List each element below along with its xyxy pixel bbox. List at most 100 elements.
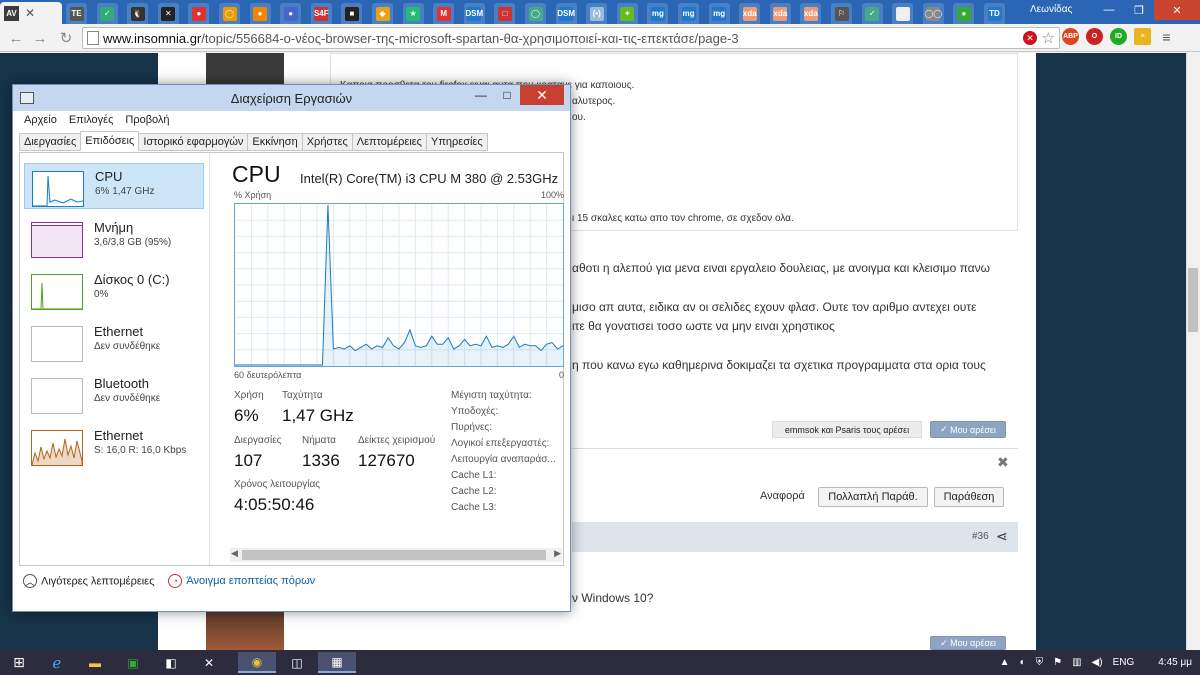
browser-tab[interactable]: M	[433, 3, 455, 24]
browser-tab[interactable]: xda	[800, 3, 822, 24]
tray-app-icon[interactable]: ◐	[1020, 657, 1026, 668]
task-manager-titlebar[interactable]: Διαχείριση Εργασιών — □ ✕	[13, 85, 570, 111]
report-link[interactable]: Αναφορά	[760, 490, 805, 502]
bookmark-star-icon[interactable]: ☆	[1042, 29, 1055, 47]
open-resource-monitor-link[interactable]: ◔ Άνοιγμα εποπτείας πόρων	[168, 574, 315, 588]
page-scrollbar[interactable]	[1186, 53, 1200, 650]
start-windows-icon[interactable]: ⊞	[0, 652, 38, 673]
tab-services[interactable]: Υπηρεσίες	[425, 133, 488, 151]
browser-tab[interactable]: ✓	[861, 3, 883, 24]
back-arrow-icon[interactable]: ←	[6, 28, 26, 48]
chrome-icon[interactable]: ◉	[238, 652, 276, 673]
scroll-right-icon[interactable]: ▶	[554, 548, 561, 559]
adblock-icon[interactable]: ABP	[1062, 28, 1079, 45]
opera-icon[interactable]: O	[1086, 28, 1103, 45]
volume-icon[interactable]: ◀)	[1092, 657, 1103, 668]
browser-tab[interactable]: TE	[66, 3, 87, 24]
browser-tab[interactable]: 🐧	[127, 3, 149, 24]
quote-button[interactable]: Παράθεση	[934, 487, 1004, 507]
browser-tab[interactable]: ✦	[616, 3, 638, 24]
scroll-left-icon[interactable]: ◀	[231, 548, 238, 559]
browser-tab[interactable]: ●	[280, 3, 302, 24]
stop-icon[interactable]: ✕	[1023, 31, 1037, 45]
browser-tab[interactable]: ★	[402, 3, 424, 24]
media-player-icon[interactable]: ◧	[152, 652, 190, 673]
close-window-icon[interactable]: ✕	[1154, 0, 1200, 20]
green-app-icon[interactable]: ▣	[114, 652, 152, 673]
browser-tab[interactable]: ◯	[219, 3, 240, 24]
browser-tab[interactable]: (•)	[586, 3, 608, 24]
browser-tab[interactable]: DSM	[555, 3, 577, 24]
maximize-icon[interactable]: ❐	[1124, 0, 1154, 20]
like-button[interactable]: ✓ Μου αρέσει	[930, 421, 1006, 438]
browser-tab[interactable]: S4F	[310, 3, 332, 24]
tab-app-history[interactable]: Ιστορικό εφαρμογών	[138, 133, 249, 151]
minimize-icon[interactable]: —	[1094, 0, 1124, 20]
browser-tab[interactable]: TD	[984, 3, 1005, 24]
browser-tab[interactable]: mg	[678, 3, 699, 24]
browser-tab[interactable]: □	[494, 3, 516, 24]
browser-tab[interactable]: ■	[341, 3, 363, 24]
tray-network-icon[interactable]: ▥	[1072, 657, 1081, 668]
browser-tab[interactable]: ⚐	[831, 3, 852, 24]
detail-horizontal-scrollbar[interactable]: ◀ ▶	[230, 548, 562, 562]
resource-cpu[interactable]: CPU 6% 1,47 GHz	[24, 163, 204, 209]
resource-ethernet-1[interactable]: Ethernet Δεν συνδέθηκε	[24, 319, 204, 365]
tm-minimize-icon[interactable]: —	[468, 85, 494, 105]
forward-arrow-icon[interactable]: →	[30, 28, 50, 48]
tab-users[interactable]: Χρήστες	[301, 133, 353, 151]
browser-tab[interactable]: xda	[769, 3, 791, 24]
browser-tab[interactable]: ●	[188, 3, 210, 24]
browser-tab[interactable]: □	[892, 3, 914, 24]
clock[interactable]: 4:45 μμ	[1158, 657, 1192, 668]
tab-startup[interactable]: Εκκίνηση	[247, 133, 303, 151]
tab-details[interactable]: Λεπτομέρειες	[351, 133, 427, 151]
browser-tab[interactable]: mg	[708, 3, 730, 24]
file-explorer-icon[interactable]: ▬	[76, 652, 114, 673]
task-manager-taskbar-icon[interactable]: ▦	[318, 652, 356, 673]
browser-tab[interactable]: ●	[249, 3, 271, 24]
x-app-icon[interactable]: ✕	[190, 652, 228, 673]
menu-icon[interactable]: ≡	[1158, 28, 1175, 45]
language-indicator[interactable]: ENG	[1113, 657, 1135, 668]
tray-expand-icon[interactable]: ▲	[1000, 657, 1010, 668]
like-button-2[interactable]: ✓ Μου αρέσει	[930, 636, 1006, 650]
fewer-details-button[interactable]: ︿ Λιγότερες λεπτομέρειες	[23, 574, 154, 588]
active-tab[interactable]: AV ✕	[0, 2, 62, 24]
browser-tab[interactable]: mg	[647, 3, 669, 24]
tab-performance[interactable]: Επιδόσεις	[80, 131, 140, 151]
close-post-icon[interactable]: ✖	[997, 454, 1009, 471]
menu-file[interactable]: Αρχείο	[24, 114, 57, 126]
window-app-icon[interactable]: ◫	[278, 652, 316, 673]
resource-ethernet-2[interactable]: Ethernet S: 16,0 R: 16,0 Kbps	[24, 423, 204, 469]
page-scroll-thumb[interactable]	[1188, 268, 1198, 332]
resource-memory[interactable]: Μνήμη 3,6/3,8 GB (95%)	[24, 215, 204, 261]
resource-bluetooth[interactable]: Bluetooth Δεν συνδέθηκε	[24, 371, 204, 417]
notes-icon[interactable]: ≡	[1134, 28, 1151, 45]
tm-close-icon[interactable]: ✕	[520, 85, 564, 105]
close-tab-icon[interactable]: ✕	[25, 6, 35, 20]
browser-tab[interactable]: ✓	[96, 3, 118, 24]
tray-flag-icon[interactable]: ⚑	[1053, 657, 1062, 668]
multi-quote-button[interactable]: Πολλαπλή Παράθ.	[818, 487, 928, 507]
browser-tab[interactable]: xda	[739, 3, 761, 24]
reload-icon[interactable]: ↻	[56, 28, 76, 48]
tab-processes[interactable]: Διεργασίες	[19, 133, 82, 151]
menu-view[interactable]: Προβολή	[125, 114, 169, 126]
browser-tab[interactable]: ◆	[372, 3, 393, 24]
address-bar[interactable]: www.insomnia.gr/topic/556684-ο-νέος-brow…	[82, 27, 1060, 49]
resource-disk[interactable]: Δίσκος 0 (C:) 0%	[24, 267, 204, 313]
menu-options[interactable]: Επιλογές	[69, 114, 114, 126]
post-number[interactable]: #36	[972, 531, 989, 542]
share-icon[interactable]: ⋖	[996, 528, 1008, 545]
internet-explorer-icon[interactable]: ℯ	[38, 652, 76, 673]
browser-tab[interactable]: ◯	[525, 3, 546, 24]
id-icon[interactable]: ID	[1110, 28, 1127, 45]
browser-tab[interactable]: ●	[953, 3, 975, 24]
browser-tab[interactable]: DSM	[463, 3, 485, 24]
browser-tab[interactable]: ✕	[157, 3, 179, 24]
tm-maximize-icon[interactable]: □	[494, 85, 520, 105]
tray-shield-icon[interactable]: ⛨	[1036, 657, 1044, 668]
horizontal-scroll-thumb[interactable]	[242, 550, 546, 560]
browser-tab[interactable]: ◯◯	[922, 3, 944, 24]
